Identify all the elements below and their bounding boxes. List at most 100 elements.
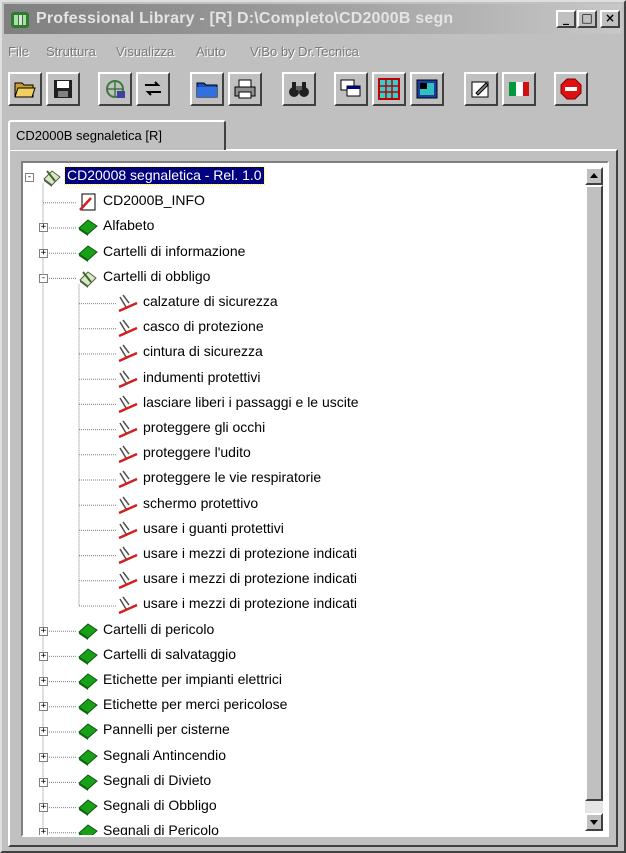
expand-icon[interactable]: +	[39, 727, 48, 737]
tree-node-label: cintura di sicurezza	[143, 343, 263, 360]
save-button[interactable]	[46, 72, 80, 106]
book-icon	[77, 243, 99, 263]
sign-item-icon	[117, 444, 139, 464]
edit-icon	[471, 81, 489, 98]
transfer-icon	[145, 81, 161, 96]
open-book-icon	[41, 167, 63, 187]
folder-icon	[196, 82, 218, 98]
sign-item-icon	[117, 469, 139, 489]
book-icon	[77, 621, 99, 641]
image-icon	[416, 79, 438, 99]
stop-button[interactable]	[554, 72, 588, 106]
open-folder-icon	[14, 82, 36, 98]
expand-icon[interactable]: +	[39, 248, 48, 258]
expand-icon[interactable]: +	[39, 702, 48, 712]
tree-node-label: usare i mezzi di protezione indicati	[143, 545, 357, 561]
menu-visualizza[interactable]: Visualizza	[116, 44, 174, 59]
tree-node-label: CD20008 segnaletica - Rel. 1.0	[64, 166, 265, 185]
scroll-thumb[interactable]	[585, 185, 603, 801]
folder-button[interactable]	[190, 72, 224, 106]
tree-node-label: proteggere l'udito	[143, 444, 251, 461]
sign-item-icon	[117, 495, 139, 515]
image-button[interactable]	[410, 72, 444, 106]
collapse-icon[interactable]: -	[39, 273, 48, 283]
book-icon	[77, 217, 99, 237]
language-button[interactable]	[502, 72, 536, 106]
network-icon	[106, 80, 125, 98]
tree-node-label: Pannelli per cisterne	[103, 721, 230, 738]
tree-node-label: casco di protezione	[143, 318, 264, 335]
edit-button[interactable]	[464, 72, 498, 106]
expand-icon[interactable]: +	[39, 803, 48, 813]
print-icon	[234, 79, 256, 99]
expand-icon[interactable]: +	[39, 626, 48, 636]
document-icon	[77, 192, 99, 212]
windows-button[interactable]	[334, 72, 368, 106]
expand-icon[interactable]: +	[39, 752, 48, 762]
tree-node-label: usare i mezzi di protezione indicati	[143, 570, 357, 587]
open-button[interactable]	[8, 72, 42, 106]
print-button[interactable]	[228, 72, 262, 106]
scroll-up-button[interactable]	[585, 167, 603, 185]
tree-node-label: Segnali di Divieto	[103, 771, 212, 788]
menu-vibo[interactable]: ViBo by Dr.Tecnica	[250, 44, 359, 59]
expand-icon[interactable]: +	[39, 828, 48, 835]
menu-aiuto[interactable]: Aiuto	[196, 44, 226, 59]
book-icon	[77, 671, 99, 691]
sign-item-icon	[117, 520, 139, 540]
transfer-button[interactable]	[136, 72, 170, 106]
grid-button[interactable]	[372, 72, 406, 106]
collapse-icon[interactable]: -	[25, 173, 34, 183]
book-icon	[77, 646, 99, 666]
search-button[interactable]	[282, 72, 316, 106]
tree-node-label: usare i guanti protettivi	[143, 519, 284, 536]
scroll-down-button[interactable]	[585, 813, 603, 831]
book-icon	[77, 772, 99, 792]
tree-node-label: Segnali Antincendio	[103, 746, 226, 763]
expand-icon[interactable]: +	[39, 777, 48, 787]
tree-node-label: usare i mezzi di protezione indicati	[143, 595, 357, 612]
binoculars-icon	[289, 82, 309, 97]
book-icon	[77, 696, 99, 716]
stop-icon	[560, 78, 582, 100]
minimize-button[interactable]: _	[556, 10, 576, 28]
tree-node-label: Etichette per impianti elettrici	[103, 671, 282, 687]
tab-cd2000b[interactable]: CD2000B segnaletica [R]	[8, 120, 226, 150]
menu-struttura[interactable]: Struttura	[46, 44, 96, 59]
tree-node-label: lasciare liberi i passaggi e le uscite	[143, 393, 359, 410]
maximize-button[interactable]: □	[577, 10, 597, 28]
italian-flag-icon	[509, 82, 529, 96]
menu-file[interactable]: File	[8, 44, 29, 59]
network-button[interactable]	[98, 72, 132, 106]
tree-node-label: indumenti protettivi	[143, 368, 261, 385]
sign-item-icon	[117, 369, 139, 389]
tree-node-label: Cartelli di informazione	[103, 242, 246, 259]
sign-item-icon	[117, 318, 139, 338]
tree-node-label: Cartelli di obbligo	[103, 267, 211, 284]
arrow-down-icon	[590, 820, 598, 825]
sign-item-icon	[117, 293, 139, 313]
tree-node-label: proteggere le vie respiratorie	[143, 469, 322, 486]
tree-node-label: Cartelli di salvataggio	[103, 645, 237, 662]
tree-node-label: schermo protettivo	[143, 494, 259, 511]
expand-icon[interactable]: +	[39, 677, 48, 687]
title-bar[interactable]: Professional Library - [R] D:\Completo\C…	[4, 4, 622, 34]
sign-item-icon	[117, 545, 139, 565]
sign-item-icon	[117, 343, 139, 363]
sign-item-icon	[117, 595, 139, 615]
vertical-scrollbar[interactable]	[585, 167, 603, 831]
sign-item-icon	[117, 394, 139, 414]
tree-node-label: proteggere gli occhi	[143, 419, 266, 435]
book-icon	[77, 721, 99, 741]
book-icon	[77, 747, 99, 767]
tree-node-label: Cartelli di pericolo	[103, 620, 215, 637]
window-title: Professional Library - [R] D:\Completo\C…	[36, 10, 454, 27]
tree-node-label: calzature di sicurezza	[143, 293, 278, 309]
expand-icon[interactable]: +	[39, 651, 48, 661]
open-book-icon	[77, 268, 99, 288]
book-icon	[77, 822, 99, 835]
close-button[interactable]: ×	[600, 10, 620, 28]
expand-icon[interactable]: +	[39, 223, 48, 233]
tree-view[interactable]: - CD20008 segnaletica - Rel. 1.0 CD2000B_I…	[21, 161, 609, 837]
windows-icon	[340, 79, 361, 97]
